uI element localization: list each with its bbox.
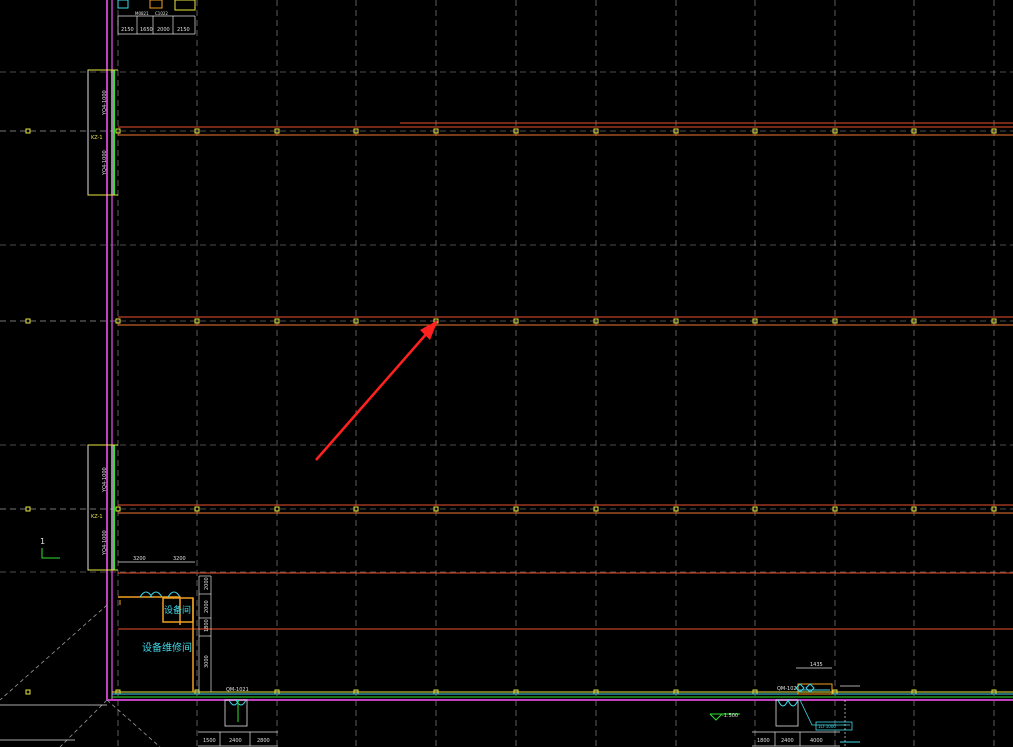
bottom-right-dim-1: 1800 [757,738,770,744]
wall-tag-upper-text: YQ4-1000 [102,90,108,116]
cad-drawing[interactable]: YQ4-1000 YQ4-1000 KZ-1 YQ4-1000 YQ4-1000… [0,0,1013,747]
top-dim-4: 2150 [177,27,190,33]
wall-tag-lower-text: YQ4-1000 [102,467,108,493]
left-bottom-dim-2: 3200 [173,556,186,562]
top-door-tag: M0821 [135,11,149,16]
bottom-left-dim-1: 1500 [203,738,216,744]
top-dim-2: 1650 [140,27,153,33]
bottom-left-dim-3: 2800 [257,738,270,744]
left-side-dim-2: 2000 [204,600,210,613]
small-room-label: 设备间 [164,604,191,616]
bottom-right-dim-2: 2400 [781,738,794,744]
level-mark-text: -1.500 [722,713,738,719]
left-bottom-dim-1: 3200 [133,556,146,562]
left-side-dim-4: 3000 [204,655,210,668]
bottom-right-dim-3: 4000 [810,738,823,744]
wall-tag-upper-text-2: YQ4-1000 [102,150,108,176]
top-window-tag: C1022 [155,11,168,16]
bottom-left-dim-2: 2400 [229,738,242,744]
stair-tag: 1LT-1000 [818,724,836,729]
left-side-dim-1: 2000 [204,577,210,590]
door-tag-bottom: QM-1021 [226,687,249,693]
equipment-repair-label: 设备维修间 [142,641,192,654]
right-top-dim: 1435 [810,662,823,668]
axis-number: 1 [40,537,45,546]
top-dim-3: 2000 [157,27,170,33]
drawing-background [0,0,1013,747]
wall-tag-lower-text-2: YQ4-1000 [102,530,108,556]
top-dim-1: 2150 [121,27,134,33]
left-side-dim-3: 1800 [204,619,210,632]
column-tag-upper: KZ-1 [91,135,103,141]
column-tag-lower: KZ-1 [91,514,103,520]
